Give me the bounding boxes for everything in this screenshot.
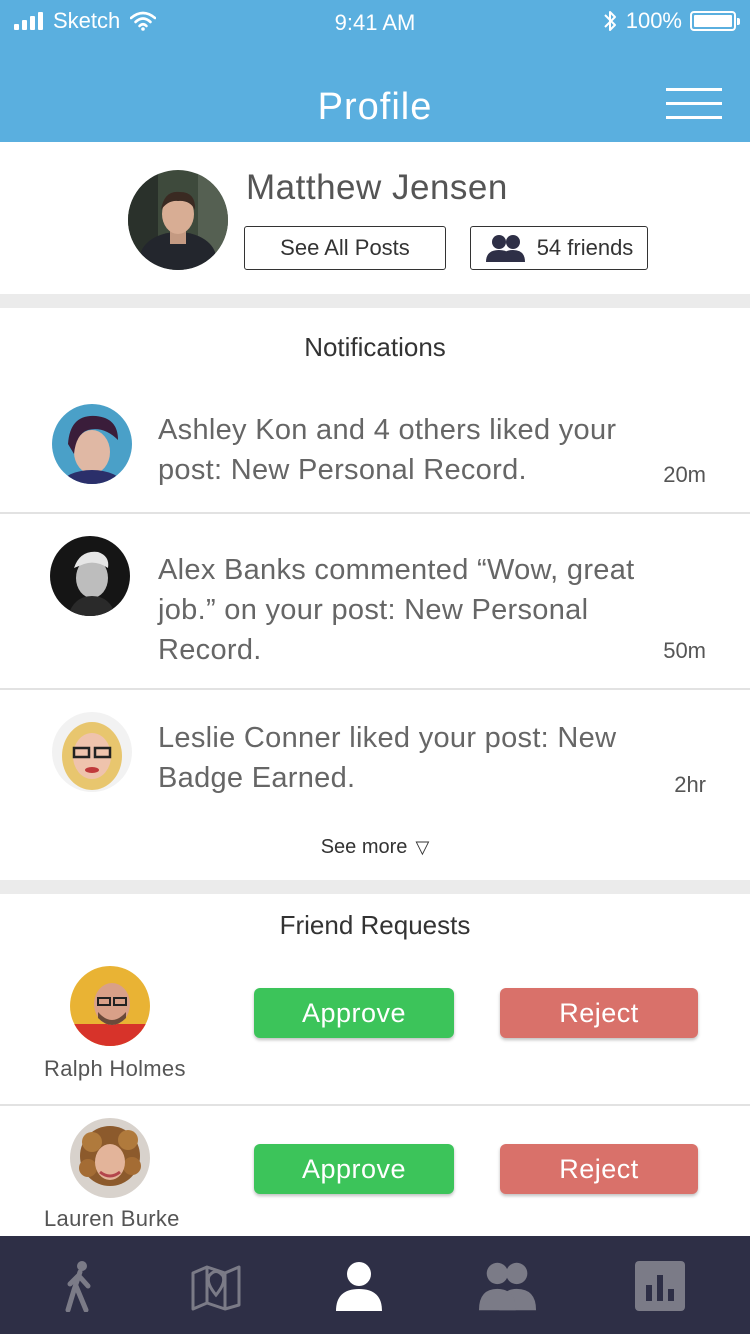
divider: [0, 512, 750, 514]
approve-label: Approve: [301, 997, 407, 1028]
notification-time: 50m: [663, 638, 706, 663]
notification-time: 20m: [663, 462, 706, 487]
avatar[interactable]: [70, 1118, 150, 1198]
reject-label: Reject: [559, 1153, 639, 1184]
avatar: [52, 712, 132, 792]
avatar: [52, 404, 132, 484]
see-more-button[interactable]: See more ▽: [0, 836, 750, 859]
tab-friends[interactable]: [478, 1258, 538, 1314]
avatar[interactable]: [70, 966, 150, 1046]
notifications-title: Notifications: [304, 332, 446, 362]
avatar: [50, 536, 130, 616]
profile-person-icon: [336, 1262, 382, 1311]
approve-button[interactable]: Approve: [254, 988, 454, 1038]
hamburger-menu-icon[interactable]: [666, 88, 722, 124]
approve-button[interactable]: Approve: [254, 1144, 454, 1194]
page-title: Profile: [317, 86, 433, 128]
app-header: Sketch 9:41 AM 100% Profile: [0, 0, 750, 142]
tab-stats[interactable]: [630, 1258, 690, 1314]
notification-text: Leslie Conner liked your post: New Badge…: [158, 722, 617, 794]
notification-time: 2hr: [674, 772, 706, 797]
see-all-posts-button[interactable]: See All Posts: [244, 226, 446, 270]
tab-bar: [0, 1236, 750, 1334]
notifications-panel: Notifications Ashley Kon and 4 others li…: [0, 308, 750, 880]
profile-card: Matthew Jensen See All Posts 54 friends: [0, 142, 750, 294]
reject-label: Reject: [559, 997, 639, 1028]
divider: [0, 1104, 750, 1106]
friends-group-icon: [478, 1262, 537, 1311]
reject-button[interactable]: Reject: [500, 988, 698, 1038]
friends-group-icon: [485, 235, 525, 262]
notification-text: Ashley Kon and 4 others liked your post:…: [158, 414, 617, 486]
friends-button[interactable]: 54 friends: [470, 226, 648, 270]
requester-name: Ralph Holmes: [44, 1056, 186, 1081]
triangle-down-icon: ▽: [415, 837, 430, 857]
walking-person-icon: [65, 1261, 91, 1312]
see-more-label: See more: [320, 836, 408, 858]
friend-requests-panel: Friend Requests Ralph Holmes Approve Rej…: [0, 894, 750, 1236]
friends-count-label: 54 friends: [536, 235, 634, 260]
see-all-posts-label: See All Posts: [280, 235, 410, 260]
profile-name: Matthew Jensen: [246, 168, 508, 207]
tab-activity[interactable]: [50, 1258, 110, 1314]
tab-profile[interactable]: [329, 1258, 389, 1314]
tab-map[interactable]: [186, 1258, 246, 1314]
divider: [0, 688, 750, 690]
status-bar-right: 100%: [602, 8, 740, 34]
map-icon: [191, 1265, 241, 1311]
notification-text: Alex Banks commented “Wow, great job.” o…: [158, 554, 635, 666]
requester-name: Lauren Burke: [44, 1206, 180, 1231]
friend-requests-title: Friend Requests: [279, 910, 471, 940]
reject-button[interactable]: Reject: [500, 1144, 698, 1194]
approve-label: Approve: [301, 1153, 407, 1184]
avatar[interactable]: [128, 170, 228, 270]
battery-percent: 100%: [625, 8, 682, 33]
battery-icon: [690, 11, 740, 31]
bar-chart-icon: [635, 1261, 685, 1311]
status-bar: Sketch 9:41 AM 100%: [0, 0, 750, 44]
bluetooth-icon: [604, 11, 616, 31]
